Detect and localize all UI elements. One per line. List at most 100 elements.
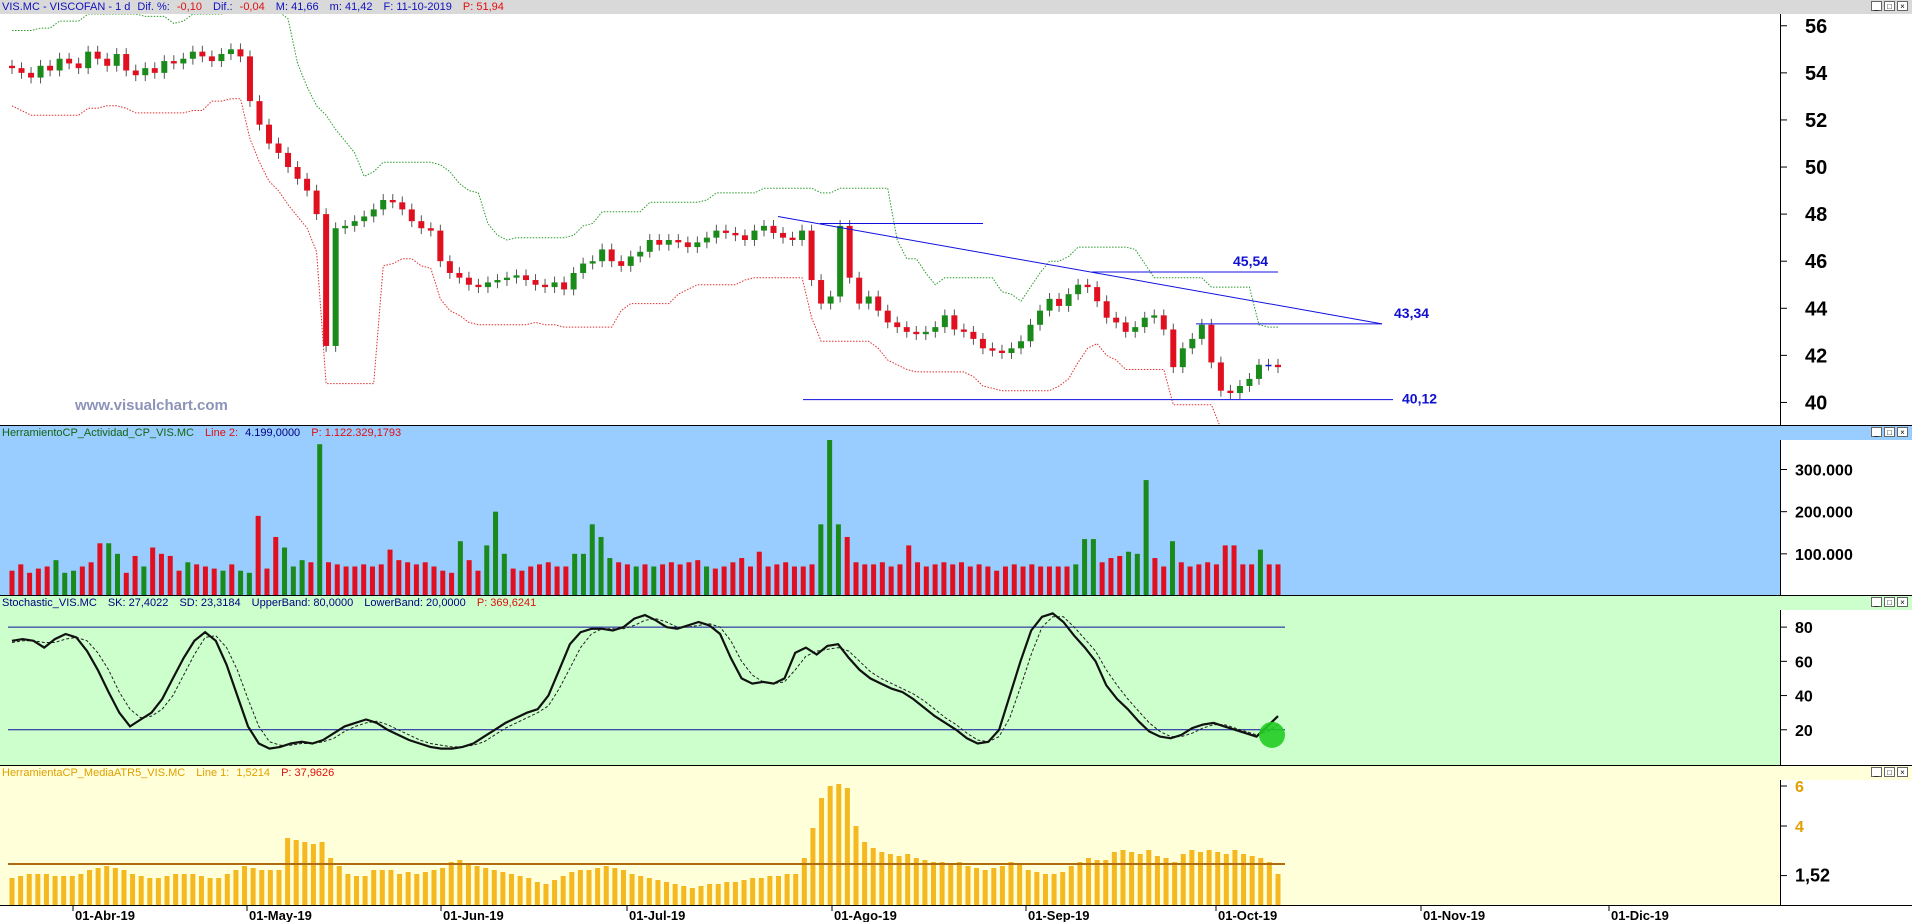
candle [589, 261, 596, 264]
activity-bar [211, 568, 217, 595]
atr-bar [956, 862, 962, 905]
atr-bar [689, 888, 695, 905]
minimize-button[interactable]: _ [1871, 1, 1882, 11]
candle [608, 249, 615, 262]
candle [313, 190, 320, 215]
candle [389, 199, 396, 203]
activity-bar [976, 564, 982, 595]
minimize-button[interactable]: _ [1871, 597, 1882, 607]
activity-bar [18, 564, 24, 595]
restore-button[interactable]: □ [1884, 767, 1895, 777]
candle [932, 327, 939, 332]
activity-bar [475, 570, 481, 595]
activity-bar [1205, 562, 1211, 595]
candle [418, 221, 425, 229]
activity-bar [809, 564, 815, 595]
candle [1198, 324, 1205, 339]
close-button[interactable]: × [1897, 767, 1908, 777]
atr-bar [500, 872, 506, 905]
restore-button[interactable]: □ [1884, 1, 1895, 11]
atr-bar [913, 858, 919, 905]
dif-pct-label: Dif. %: [137, 1, 170, 13]
activity-bar [1046, 566, 1052, 595]
candle [627, 256, 634, 266]
candle [703, 237, 710, 243]
atr-bar [810, 828, 816, 905]
close-button[interactable]: × [1897, 597, 1908, 607]
atr-bar [1077, 862, 1083, 905]
minimize-button[interactable]: _ [1871, 427, 1882, 437]
activity-bar [97, 543, 103, 595]
minimize-button[interactable]: _ [1871, 767, 1882, 777]
candle [342, 225, 349, 229]
atr-bar [112, 868, 118, 905]
activity-bar [827, 440, 833, 595]
activity-bar [677, 564, 683, 595]
atr-bar [78, 874, 84, 905]
atr-bar [242, 866, 248, 905]
activity-bar [202, 566, 208, 595]
date-tick-label: 01-Dic-19 [1611, 908, 1669, 922]
restore-button[interactable]: □ [1884, 427, 1895, 437]
atr-bar [216, 878, 222, 905]
level-label: 45,54 [1233, 253, 1268, 269]
atr-bar [939, 862, 945, 905]
activity-panel: HerramientoCP_Actividad_CP_VIS.MC Line 2… [0, 426, 1912, 596]
candle [808, 230, 815, 281]
candle [799, 230, 806, 241]
atr-bar [190, 874, 196, 905]
atr-bar [827, 786, 833, 905]
activity-bar [53, 560, 59, 595]
activity-bar [607, 558, 613, 595]
atr-bar [517, 876, 523, 905]
candle [637, 251, 644, 257]
close-button[interactable]: × [1897, 427, 1908, 437]
candle [979, 338, 986, 349]
candle [523, 275, 530, 281]
activity-bar [378, 564, 384, 595]
stochastic-sd-line [11, 616, 1279, 748]
atr-bar [431, 870, 437, 905]
atr-bar [1223, 854, 1229, 905]
candle [85, 51, 92, 69]
stochastic-yaxis: 80 60 40 20 [1780, 596, 1912, 765]
price-window-buttons: _ □ × [1871, 1, 1908, 13]
activity-bar [1117, 555, 1123, 595]
activity-bar [290, 566, 296, 595]
candle [599, 249, 606, 262]
stoch-lower: LowerBand: 20,0000 [364, 597, 466, 609]
atr-bar [586, 870, 592, 905]
candle [1160, 315, 1167, 330]
price-tick-label: 48 [1805, 204, 1827, 226]
stoch-p-value: P: 369,6241 [476, 597, 537, 609]
atr-bar [655, 880, 661, 905]
atr-bar [1017, 864, 1023, 905]
activity-bar [1240, 564, 1246, 595]
activity-bar [572, 553, 578, 595]
activity-bar [721, 566, 727, 595]
candle [285, 152, 292, 168]
atr-bar [35, 874, 41, 905]
activity-bar [897, 564, 903, 595]
candle [551, 282, 558, 288]
atr-bar [104, 866, 110, 905]
activity-bar [1196, 564, 1202, 595]
level-label: 43,34 [1394, 305, 1429, 321]
atr-panel: HerramientaCP_MediaATR5_VIS.MC Line 1: 1… [0, 766, 1912, 906]
close-button[interactable]: × [1897, 1, 1908, 11]
activity-bar [739, 558, 745, 595]
candle [161, 61, 168, 73]
activity-bar [27, 572, 33, 595]
atr-bar [603, 866, 609, 905]
price-tick-label: 40 [1805, 392, 1827, 414]
atr-bar [371, 870, 377, 905]
activity-bar [598, 536, 604, 595]
price-chart: 45,54 43,34 40,12 [9, 11, 1437, 425]
activity-bar [88, 562, 94, 595]
activity-bar [730, 562, 736, 595]
candle [208, 56, 215, 62]
restore-button[interactable]: □ [1884, 597, 1895, 607]
activity-bar [484, 545, 490, 595]
activity-bar [194, 564, 200, 595]
atr-bar [336, 866, 342, 905]
